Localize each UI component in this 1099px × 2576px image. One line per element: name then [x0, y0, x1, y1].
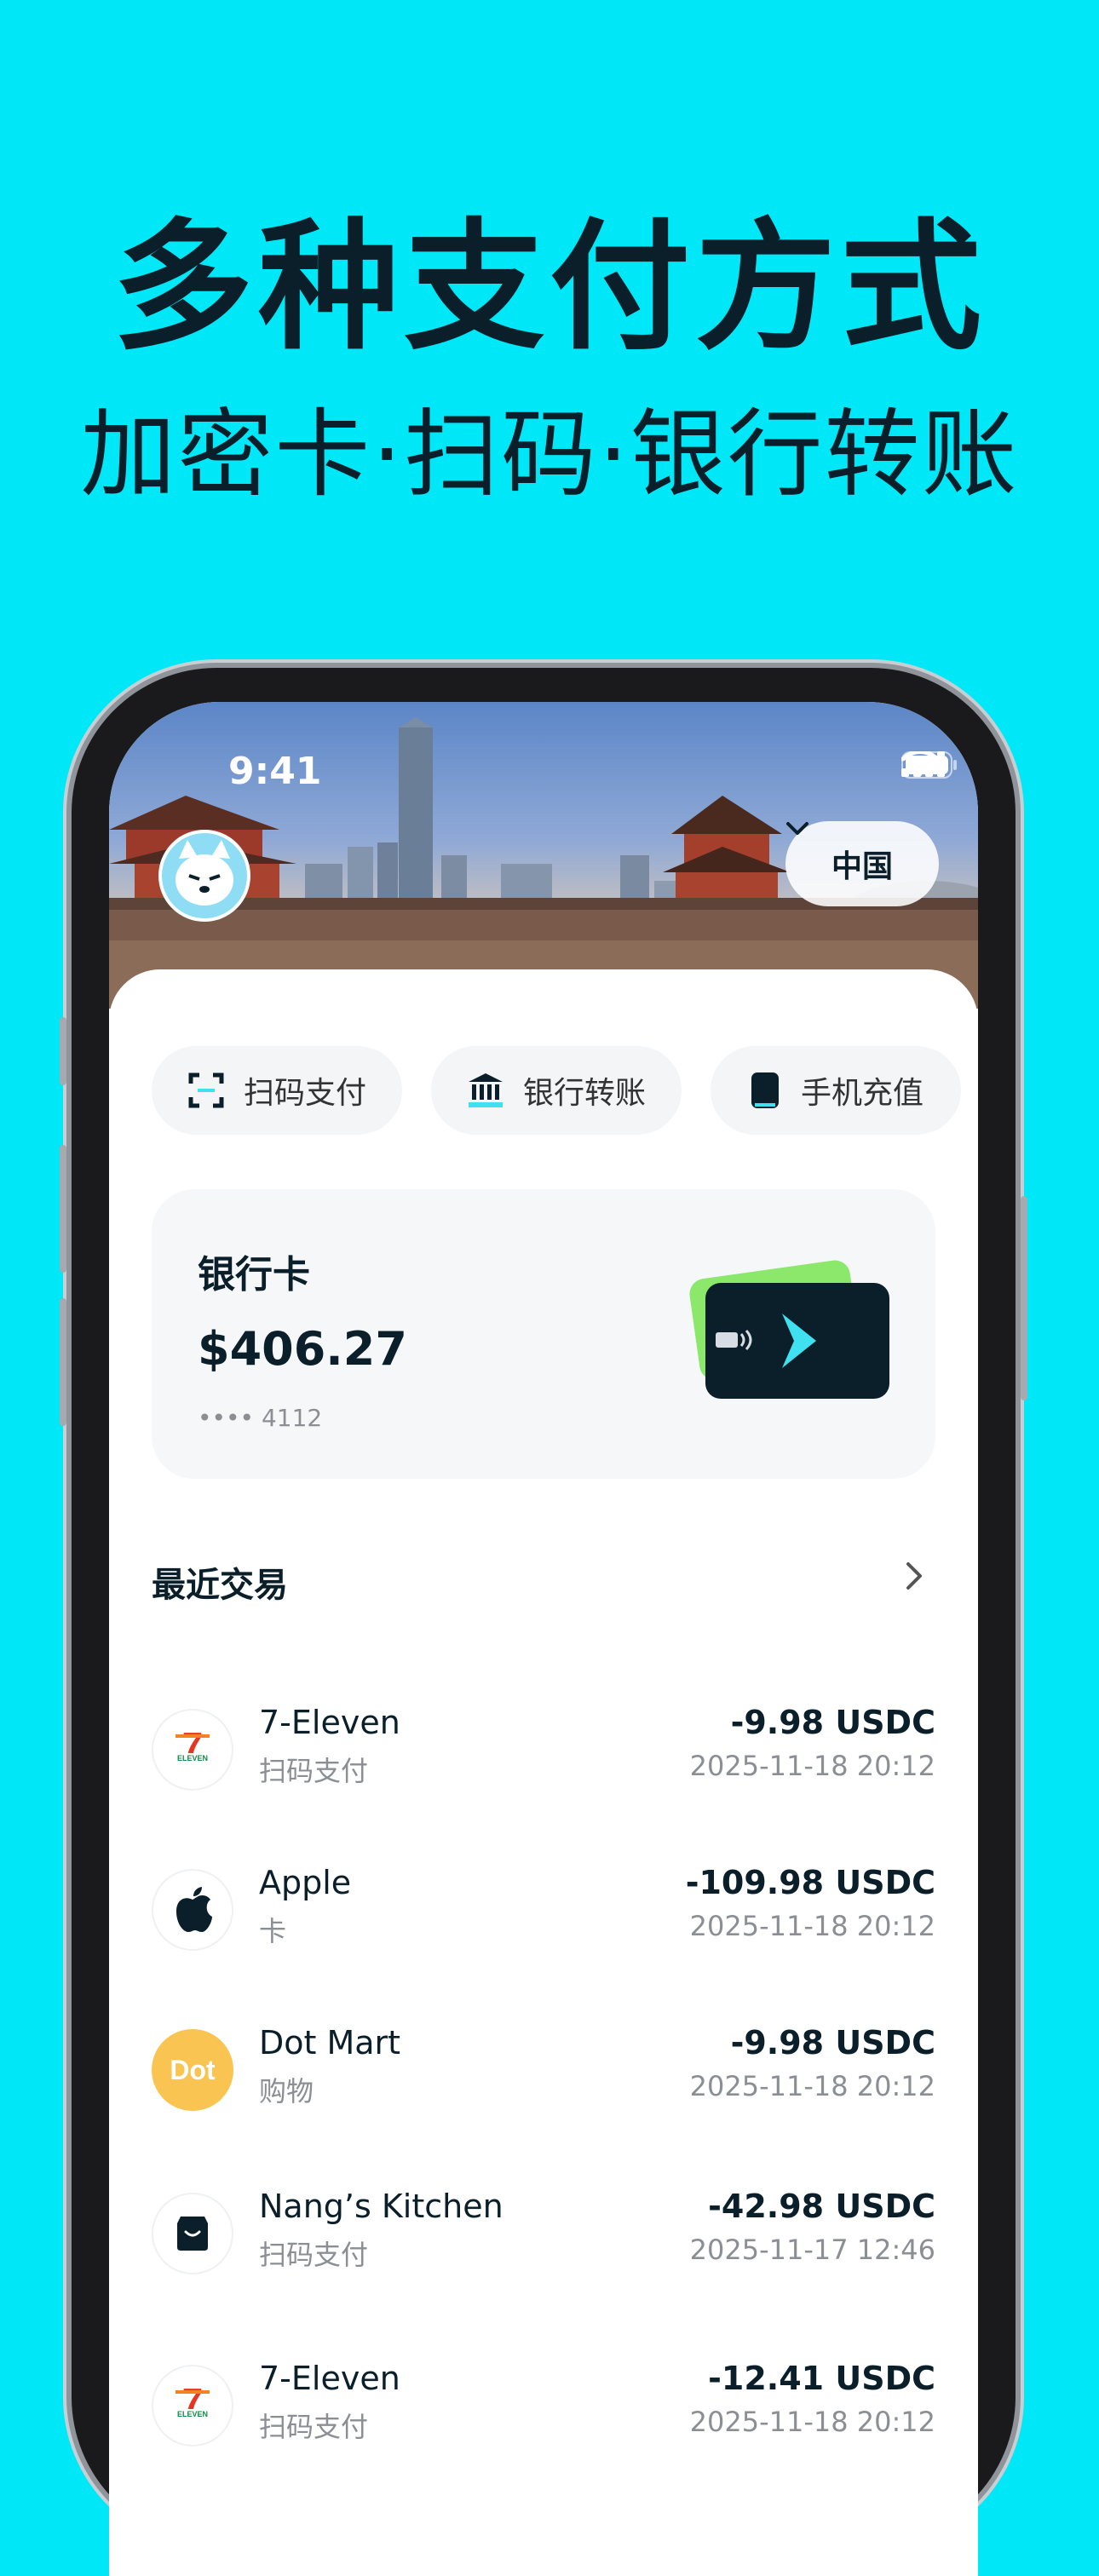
transaction-row[interactable]: Nang’s Kitchen 扫码支付 -42.98 USDC 2025-11-…	[152, 2188, 935, 2286]
card-number: •••• 4112	[198, 1404, 323, 1432]
transaction-time: 2025-11-18 20:12	[689, 1910, 935, 1942]
card-balance: $406.27	[198, 1322, 407, 1376]
merchant-name: 7-Eleven	[259, 1704, 400, 1741]
chevron-down-icon	[786, 822, 808, 835]
svg-text:ELEVEN: ELEVEN	[177, 2410, 208, 2418]
quick-actions: 扫码支付 银行转账 手机充值	[152, 1046, 961, 1135]
content-sheet: 扫码支付 银行转账 手机充值 银行卡 $406.27 •••• 4112 最近交…	[109, 969, 978, 2576]
region-selector[interactable]: 中国	[785, 821, 939, 906]
region-label: 中国	[831, 849, 893, 884]
merchant-name: Nang’s Kitchen	[259, 2188, 503, 2225]
dot-mart-logo: Dot	[152, 2029, 233, 2111]
chevron-right-icon[interactable]	[901, 1557, 927, 1595]
transaction-amount: -109.98 USDC	[685, 1864, 935, 1901]
subheadline: 加密卡·扫码·银行转账	[80, 400, 1019, 510]
transaction-row[interactable]: Dot Dot Mart 购物 -9.98 USDC 2025-11-18 20…	[152, 2024, 935, 2123]
avatar[interactable]	[158, 830, 250, 922]
transaction-time: 2025-11-18 20:12	[689, 2070, 935, 2102]
merchant-name: Dot Mart	[259, 2024, 401, 2061]
transaction-amount: -12.41 USDC	[708, 2360, 935, 2397]
mobile-topup-button[interactable]: 手机充值	[711, 1046, 961, 1135]
scan-pay-button[interactable]: 扫码支付	[152, 1046, 402, 1135]
transaction-row[interactable]: 7 ELEVEN 7-Eleven 扫码支付 -9.98 USDC 2025-1…	[152, 1704, 935, 1803]
transaction-category: 扫码支付	[259, 1755, 369, 1787]
transaction-row[interactable]: 7 ELEVEN 7-Eleven 扫码支付 -12.41 USDC 2025-…	[152, 2360, 935, 2458]
seven-eleven-logo: 7 ELEVEN	[152, 1709, 233, 1791]
transaction-time: 2025-11-18 20:12	[689, 1750, 935, 1782]
transaction-category: 卡	[259, 1915, 287, 1947]
bank-card[interactable]: 银行卡 $406.27 •••• 4112	[152, 1189, 935, 1479]
transaction-category: 扫码支付	[259, 2239, 369, 2271]
seven-eleven-logo: 7 ELEVEN	[152, 2365, 233, 2447]
card-title: 银行卡	[198, 1253, 310, 1297]
bank-icon	[468, 1073, 503, 1107]
cat-avatar-icon	[175, 840, 233, 906]
store-icon	[152, 2193, 233, 2274]
merchant-name: 7-Eleven	[259, 2360, 400, 2397]
headline: 多种支付方式	[112, 205, 987, 369]
transaction-time: 2025-11-18 20:12	[689, 2406, 935, 2438]
transaction-category: 扫码支付	[259, 2411, 369, 2443]
app-screen: 9:41 中国 扫码支付 银行转账 手机充值 银行卡 $406.27 •••• …	[109, 702, 978, 2576]
transaction-row[interactable]: Apple 卡 -109.98 USDC 2025-11-18 20:12	[152, 1864, 935, 1963]
apple-logo	[152, 1869, 233, 1951]
phone-frame: 9:41 中国 扫码支付 银行转账 手机充值 银行卡 $406.27 •••• …	[60, 668, 1027, 2576]
bank-transfer-button[interactable]: 银行转账	[431, 1046, 682, 1135]
transaction-amount: -9.98 USDC	[730, 2024, 935, 2061]
merchant-name: Apple	[259, 1864, 352, 1901]
transaction-time: 2025-11-17 12:46	[689, 2234, 935, 2266]
mobile-topup-label: 手机充值	[800, 1076, 924, 1111]
phone-icon	[751, 1072, 779, 1108]
battery-icon	[901, 751, 957, 779]
transaction-category: 购物	[259, 2075, 314, 2107]
recent-transactions-title: 最近交易	[152, 1566, 288, 1605]
scan-icon	[188, 1072, 224, 1108]
scan-pay-label: 扫码支付	[243, 1076, 366, 1111]
bank-transfer-label: 银行转账	[522, 1076, 646, 1111]
transaction-amount: -42.98 USDC	[708, 2188, 935, 2225]
transaction-amount: -9.98 USDC	[730, 1704, 935, 1741]
card-graphic	[689, 1260, 889, 1399]
hero-image: 9:41 中国	[109, 702, 978, 1009]
svg-text:Dot: Dot	[170, 2055, 216, 2085]
svg-text:ELEVEN: ELEVEN	[177, 1754, 208, 1762]
status-time: 9:41	[228, 750, 322, 793]
